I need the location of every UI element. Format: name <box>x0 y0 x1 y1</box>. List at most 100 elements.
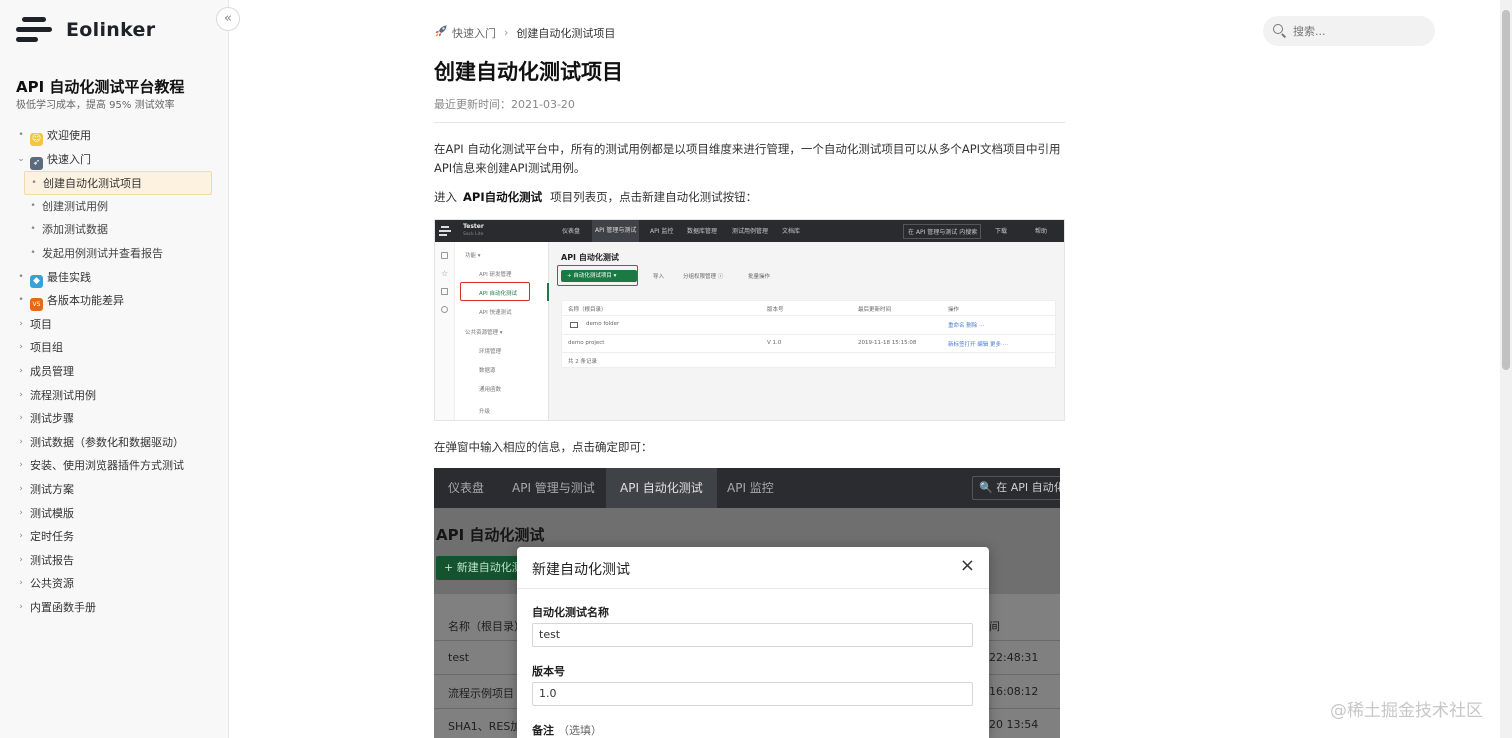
sidebar-item-label: 测试方案 <box>30 482 74 496</box>
chevron-right-icon: › <box>19 483 23 494</box>
shot2-tab-2: API 自动化测试 <box>606 468 717 508</box>
chevron-right-icon: › <box>19 436 23 447</box>
page-title: 创建自动化测试项目 <box>434 60 623 84</box>
shot2-row2-name: SHA1、RES加 <box>448 720 522 733</box>
chevron-right-icon: › <box>19 318 23 329</box>
rocket-icon: ➶ <box>30 156 43 170</box>
bullet-icon: • <box>18 271 24 282</box>
page-scrollbar[interactable] <box>1500 0 1512 738</box>
sidebar-item-6[interactable]: • ◆ 最佳实践 <box>0 266 228 290</box>
shot1-download: 下载 <box>995 228 1008 235</box>
sidebar-item-0[interactable]: • ☺ 欢迎使用 <box>0 124 228 148</box>
search-box[interactable] <box>1263 16 1435 46</box>
version-field: 1.0 <box>532 682 973 706</box>
sidebar-item-label: 发起用例测试并查看报告 <box>42 246 163 260</box>
scrollbar-thumb[interactable] <box>1502 10 1510 370</box>
sidebar-item-label: 快速入门 <box>47 152 91 166</box>
shot1-side-item-2: API 快速测试 <box>479 310 512 316</box>
step-text-before: 进入 <box>434 190 457 204</box>
sidebar-item-13[interactable]: › 测试数据（参数化和数据驱动） <box>0 431 228 455</box>
doc-title: API 自动化测试平台教程 <box>16 78 185 96</box>
sidebar-item-label: 安装、使用浏览器插件方式测试 <box>30 459 184 473</box>
chevron-right-icon: › <box>19 389 23 400</box>
search-icon <box>1273 24 1287 38</box>
sidebar-item-1[interactable]: ⌄ ➶ 快速入门 <box>0 148 228 172</box>
brand-name: Eolinker <box>66 19 156 41</box>
shot1-home-icon <box>441 252 448 259</box>
sidebar-item-16[interactable]: › 测试模版 <box>0 502 228 526</box>
sidebar-item-4[interactable]: • 添加测试数据 <box>0 218 228 242</box>
breadcrumb: 快速入门 › 创建自动化测试项目 <box>434 24 615 41</box>
bullet-icon: • <box>30 247 36 258</box>
sidebar-item-10[interactable]: › 成员管理 <box>0 360 228 384</box>
shot1-side-item-4: 数据源 <box>479 368 496 374</box>
shot1-nav-2: API 监控 <box>650 228 674 235</box>
shot1-side-group2: 公共资源管理 ▾ <box>465 330 503 336</box>
sidebar-item-11[interactable]: › 流程测试用例 <box>0 384 228 408</box>
shot2-row1-time: 16:08:12 <box>989 685 1039 698</box>
shot2-col-time: 间 <box>989 620 1000 633</box>
sidebar-item-12[interactable]: › 测试步骤 <box>0 407 228 431</box>
sidebar-item-label: 添加测试数据 <box>42 223 108 237</box>
sidebar-item-20[interactable]: › 内置函数手册 <box>0 596 228 620</box>
breadcrumb-current: 创建自动化测试项目 <box>516 26 616 40</box>
shot1-side-item-0: API 研发管理 <box>479 272 512 278</box>
vs-icon: VS <box>30 298 43 312</box>
sidebar-item-7[interactable]: • VS 各版本功能差异 <box>0 289 228 313</box>
shot1-search: 在 API 管理与测试 内搜索 <box>903 224 981 239</box>
shot1-col-version: 版本号 <box>767 307 784 313</box>
shot1-toolbar-batch: 批量操作 <box>748 274 771 280</box>
shot2-tab-1: API 管理与测试 <box>512 481 595 495</box>
brand-logo[interactable]: Eolinker <box>16 14 155 46</box>
shot1-folder-icon <box>570 322 578 328</box>
sidebar-item-15[interactable]: › 测试方案 <box>0 478 228 502</box>
sidebar-item-18[interactable]: › 测试报告 <box>0 549 228 573</box>
search-input[interactable] <box>1293 24 1423 38</box>
shot1-table: 名称（根目录） 版本号 最后更新时间 操作 demo folder 重命名 删除… <box>561 300 1057 368</box>
sidebar-item-19[interactable]: › 公共资源 <box>0 572 228 596</box>
sidebar-item-8[interactable]: › 项目 <box>0 313 228 337</box>
docs-app: Eolinker API 自动化测试平台教程 极低学习成本，提高 95% 测试效… <box>0 0 1512 738</box>
shot2-search: 🔍 在 API 自动化测试 <box>972 476 1060 500</box>
sidebar-item-label: 成员管理 <box>30 364 74 378</box>
sidebar-item-label: 公共资源 <box>30 577 74 591</box>
remark-optional: （选填） <box>558 724 602 737</box>
sidebar-item-2[interactable]: • 创建自动化测试项目 <box>24 171 212 195</box>
shot1-row1-name: demo project <box>568 340 605 346</box>
chevron-right-icon: › <box>19 413 23 424</box>
smile-emoji-icon: ☺ <box>30 133 43 146</box>
remark-label: 备注 （选填） <box>532 722 602 738</box>
shot1-highlight-button <box>557 265 638 286</box>
dialog-title: 新建自动化测试 <box>532 562 630 578</box>
shot2-tab-3: API 监控 <box>727 481 774 495</box>
dialog-divider <box>517 588 989 589</box>
breadcrumb-parent[interactable]: 快速入门 <box>452 25 496 41</box>
chevron-right-icon: › <box>19 365 23 376</box>
shot1-side-group1: 功能 ▾ <box>465 253 481 259</box>
sidebar-item-label: 最佳实践 <box>47 270 91 284</box>
shot2-row0-name: test <box>448 651 470 664</box>
sidebar-item-14[interactable]: › 安装、使用浏览器插件方式测试 <box>0 454 228 478</box>
shot1-workspace-sub: Sack Lite <box>463 232 484 237</box>
sidebar-item-5[interactable]: • 发起用例测试并查看报告 <box>0 242 228 266</box>
bullet-icon: • <box>30 200 36 211</box>
shot1-workspace: Tester <box>463 223 484 230</box>
sidebar-item-17[interactable]: › 定时任务 <box>0 525 228 549</box>
shot1-side-item-3: 环境管理 <box>479 349 502 355</box>
doc-subtitle: 极低学习成本，提高 95% 测试效率 <box>16 100 175 111</box>
sidebar-item-9[interactable]: › 项目组 <box>0 336 228 360</box>
sidebar-item-label: 测试步骤 <box>30 412 74 426</box>
shot1-side-item-5: 通用函数 <box>479 387 502 393</box>
divider <box>434 122 1065 123</box>
collapse-sidebar-button[interactable]: « <box>216 7 240 31</box>
intro-paragraph: 在API 自动化测试平台中，所有的测试用例都是以项目维度来进行管理，一个自动化测… <box>434 142 1061 175</box>
bullet-icon: • <box>30 224 36 235</box>
shot1-nav-3: 数据库管理 <box>687 228 718 235</box>
shot1-help: 帮助 <box>1035 228 1048 235</box>
sidebar-item-label: 项目 <box>30 317 52 331</box>
shot1-toolbar-permission: 分组权限管理 ⓘ <box>683 274 724 280</box>
sidebar-item-3[interactable]: • 创建测试用例 <box>0 195 228 219</box>
shot1-row1-ops: 新标签打开 编辑 更多 ··· <box>948 342 1008 348</box>
chevron-right-icon: › <box>19 460 23 471</box>
dialog-paragraph: 在弹窗中输入相应的信息，点击确定即可： <box>434 440 653 454</box>
